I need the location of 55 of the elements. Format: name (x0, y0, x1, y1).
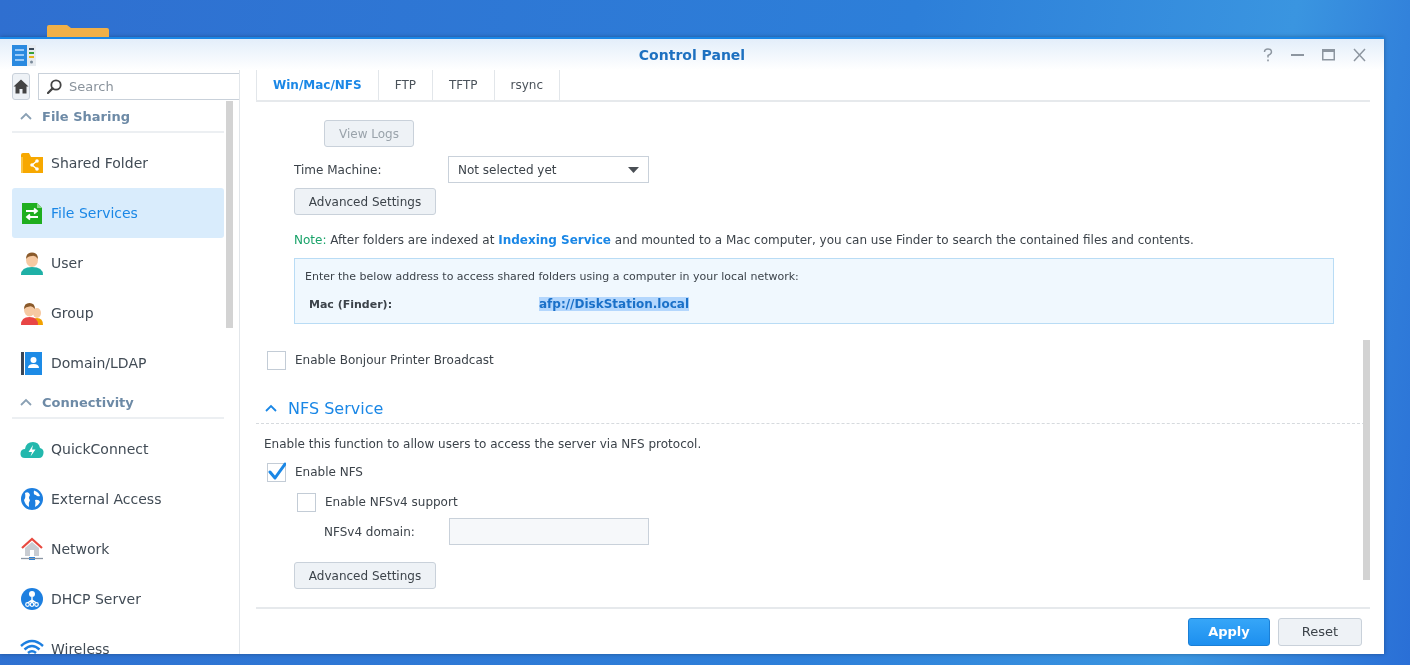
checkbox-checked[interactable] (267, 461, 286, 482)
checkbox[interactable] (267, 349, 286, 370)
time-machine-dropdown[interactable]: Not selected yet (448, 156, 649, 183)
caret-icon (628, 166, 639, 173)
help-icon[interactable] (1263, 47, 1273, 62)
section-title[interactable]: NFS Service (288, 398, 384, 418)
sidebar-item[interactable]: External Access (12, 474, 224, 524)
search-field[interactable]: Search (38, 73, 239, 100)
checkbox[interactable] (297, 491, 316, 512)
home-button[interactable] (12, 73, 30, 100)
tab[interactable]: rsync (493, 70, 561, 100)
folder-icon (47, 25, 109, 37)
tab[interactable]: Win/Mac/NFS (256, 70, 378, 100)
address-intro-text: Enter the below address to access shared folders using a computer in your local network: (305, 270, 800, 284)
description-text: Enable this function to allow users to access the server via NFS protocol. (264, 437, 703, 451)
tab[interactable]: TFTP (431, 70, 494, 100)
maximize-icon[interactable] (1322, 47, 1335, 62)
reset-button[interactable]: Reset (1278, 617, 1362, 646)
scrollbar[interactable] (226, 101, 233, 328)
sidebar-item[interactable]: Group (12, 288, 224, 338)
window-title: Control Panel (637, 46, 747, 63)
address-label: Mac (Finder): (309, 297, 394, 311)
control-panel-icon (12, 43, 36, 66)
checkbox-label[interactable]: Enable NFSv4 support (325, 494, 458, 509)
search-icon (47, 79, 62, 94)
house-network-icon (20, 537, 44, 561)
sidebar-item[interactable]: DHCP Server (12, 574, 224, 624)
sidebar-item[interactable]: Domain/LDAP (12, 338, 224, 388)
home-icon (13, 79, 29, 94)
sidebar-item[interactable]: QuickConnect (12, 424, 224, 474)
person-icon (20, 251, 44, 275)
scrollbar[interactable] (1363, 340, 1370, 580)
sidebar-item[interactable]: Wireless (12, 624, 224, 654)
globe-icon (20, 487, 44, 511)
indexing-service-link[interactable]: Indexing Service (498, 233, 611, 247)
contact-card-icon (20, 351, 44, 375)
sidebar-item[interactable]: Shared Folder (12, 138, 224, 188)
field-label: NFSv4 domain: (324, 524, 416, 539)
advanced-settings-button[interactable]: Advanced Settings (294, 188, 436, 215)
document-arrows-icon (20, 201, 44, 225)
checkbox-label[interactable]: Enable NFS (295, 464, 363, 479)
note-text: Note: After folders are indexed at Indexing Service and mounted to a Mac computer, you can use Finder to search the contained files and contents. (294, 232, 1195, 248)
field-label: Time Machine: (294, 162, 383, 177)
section-title[interactable]: File Sharing (42, 109, 130, 124)
network-nodes-icon (20, 587, 44, 611)
folder-share-icon (20, 151, 44, 175)
advanced-settings-button[interactable]: Advanced Settings (294, 562, 436, 589)
section-title[interactable]: Connectivity (42, 395, 134, 410)
sidebar-item[interactable]: User (12, 238, 224, 288)
input-field[interactable] (449, 518, 649, 545)
sidebar-item[interactable]: Network (12, 524, 224, 574)
checkbox-label[interactable]: Enable Bonjour Printer Broadcast (295, 352, 494, 367)
tab[interactable]: FTP (377, 70, 432, 100)
people-icon (20, 301, 44, 325)
close-icon[interactable] (1353, 47, 1366, 62)
